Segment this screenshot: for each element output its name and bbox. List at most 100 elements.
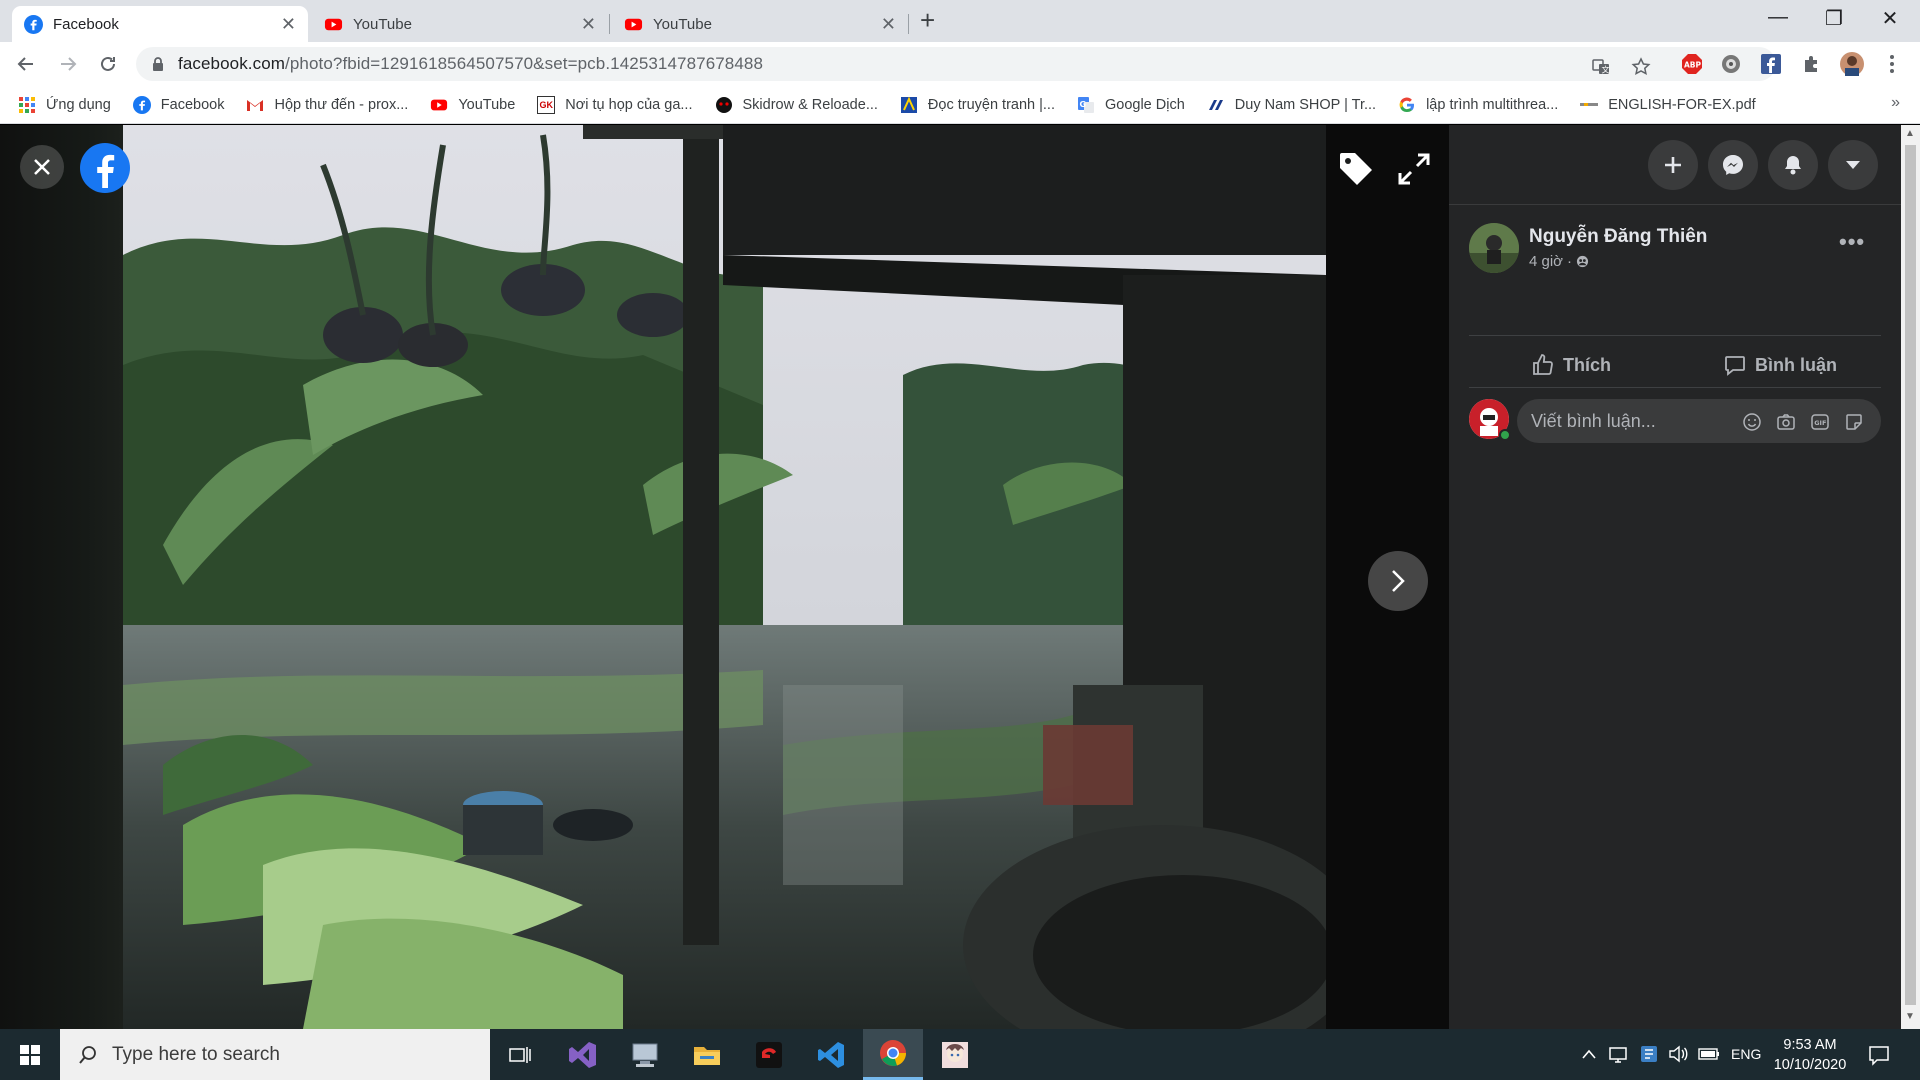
post-options-button[interactable]: ••• [1839,229,1865,255]
taskbar-search-box[interactable]: Type here to search [60,1029,490,1080]
bookmark-label: Facebook [160,96,225,113]
clock-time: 9:53 AM [1783,1037,1837,1053]
sticker-button[interactable] [1843,411,1865,433]
clock-date: 10/10/2020 [1773,1057,1847,1073]
svg-text:GIF: GIF [1814,419,1826,427]
fullscreen-icon[interactable] [1394,149,1434,189]
tab-title: Facebook [53,15,119,33]
visual-studio-icon [569,1041,596,1068]
tab-close-icon[interactable]: ✕ [881,14,896,35]
author-avatar[interactable] [1469,223,1519,273]
maximize-button[interactable]: ❐ [1812,6,1856,31]
taskbar-remote-desktop[interactable] [615,1029,675,1080]
scrollbar-thumb[interactable] [1905,145,1916,1005]
network-icon[interactable] [1608,1046,1628,1064]
tab-close-icon[interactable]: ✕ [281,14,296,35]
comment-button[interactable]: Bình luận [1723,345,1837,385]
thumbs-up-icon [1533,354,1553,375]
bookmark-manga[interactable]: Đọc truyện tranh |... [900,96,1055,114]
taskbar-visual-studio[interactable] [553,1029,613,1080]
new-tab-button[interactable]: + [920,7,935,33]
tab-close-icon[interactable]: ✕ [581,14,596,35]
facebook-logo[interactable] [80,143,130,193]
taskbar-anime-app[interactable] [925,1029,985,1080]
bookmark-label: Hộp thư đến - prox... [274,96,409,113]
action-center-icon[interactable] [1868,1044,1890,1066]
minimize-button[interactable]: — [1756,6,1800,29]
comment-box[interactable]: GIF [1517,399,1881,443]
comment-input[interactable] [1531,410,1731,432]
bookmark-star-button[interactable] [1630,56,1652,78]
page-scrollbar[interactable]: ▲ ▼ [1901,125,1920,1029]
flood-photo[interactable] [123,125,1326,1029]
start-button[interactable] [0,1029,60,1080]
tab-facebook[interactable]: Facebook ✕ [12,6,308,42]
speaker-icon[interactable] [1668,1045,1688,1063]
scroll-down-arrow-icon[interactable]: ▼ [1905,1011,1915,1022]
gmail-icon [246,96,264,114]
url-path: /photo?fbid=1291618564507570&set=pcb.142… [285,54,764,73]
emoji-button[interactable] [1741,411,1763,433]
adblock-extension[interactable]: ABP [1680,52,1704,76]
address-bar[interactable]: facebook.com/photo?fbid=1291618564507570… [136,47,1776,81]
bookmark-shop[interactable]: Duy Nam SHOP | Tr... [1207,96,1376,114]
bookmark-pdf[interactable]: ENGLISH-FOR-EX.pdf [1580,96,1756,114]
scroll-up-arrow-icon[interactable]: ▲ [1905,128,1915,139]
facebook-icon [24,14,43,34]
post-timestamp[interactable]: 4 giờ · [1529,253,1589,270]
create-button[interactable] [1648,140,1698,190]
browser-toolbar: facebook.com/photo?fbid=1291618564507570… [0,42,1920,86]
account-menu-button[interactable] [1828,140,1878,190]
task-view-button[interactable] [490,1029,550,1080]
close-viewer-button[interactable] [20,145,64,189]
language-indicator[interactable]: ENG [1731,1046,1761,1062]
forward-button[interactable] [54,50,82,78]
taskbar-vscode[interactable] [801,1029,861,1080]
notifications-button[interactable] [1768,140,1818,190]
facebook-icon [132,95,151,114]
bookmark-google-search[interactable]: lập trình multithrea... [1398,96,1558,114]
facebook-extension[interactable] [1759,52,1783,76]
extensions-button[interactable] [1799,52,1823,76]
back-button[interactable] [12,50,40,78]
bookmarks-overflow-button[interactable]: » [1891,94,1900,112]
plus-icon [1665,157,1681,173]
window-close-button[interactable]: ✕ [1868,6,1912,31]
google-icon [1398,96,1416,114]
globe-extension-icon [1722,55,1740,73]
next-photo-button[interactable] [1368,551,1428,611]
like-button[interactable]: Thích [1531,345,1611,385]
taskbar-file-explorer[interactable] [677,1029,737,1080]
taskbar-garena[interactable] [739,1029,799,1080]
gif-button[interactable]: GIF [1809,411,1831,433]
system-clock[interactable]: 9:53 AM 10/10/2020 [1760,1035,1860,1075]
bookmark-apps[interactable]: Ứng dụng [18,96,111,114]
shop-icon [1207,96,1225,114]
tab-youtube-2[interactable]: YouTube ✕ [612,6,908,42]
photo-button[interactable] [1775,411,1797,433]
youtube-icon [430,96,448,114]
arrow-left-icon [17,57,33,71]
bookmark-google-translate[interactable]: G Google Dịch [1077,96,1185,114]
bookmark-gk[interactable]: GK Nơi tụ họp của ga... [537,95,693,114]
app-tray-icon[interactable] [1639,1044,1659,1064]
bookmark-youtube[interactable]: YouTube [430,96,515,114]
bookmark-gmail[interactable]: Hộp thư đến - prox... [246,96,408,114]
tab-youtube-1[interactable]: YouTube ✕ [312,6,608,42]
chevron-up-icon[interactable] [1581,1048,1597,1060]
battery-icon[interactable] [1698,1048,1720,1060]
bookmark-skidrow[interactable]: Skidrow & Reloade... [715,96,878,114]
chevron-right-icon [1392,570,1405,592]
profile-avatar[interactable] [1840,52,1864,76]
smiley-icon [1743,413,1761,431]
extension-2[interactable] [1719,52,1743,76]
chrome-menu-button[interactable] [1880,52,1904,76]
bookmark-facebook[interactable]: Facebook [132,95,225,114]
reload-button[interactable] [94,50,122,78]
search-icon [79,1045,96,1064]
messenger-button[interactable] [1708,140,1758,190]
tag-icon[interactable] [1336,149,1376,189]
author-name[interactable]: Nguyễn Đăng Thiên [1529,226,1707,248]
translate-button[interactable]: 文 [1590,56,1612,78]
taskbar-chrome[interactable] [863,1029,923,1080]
